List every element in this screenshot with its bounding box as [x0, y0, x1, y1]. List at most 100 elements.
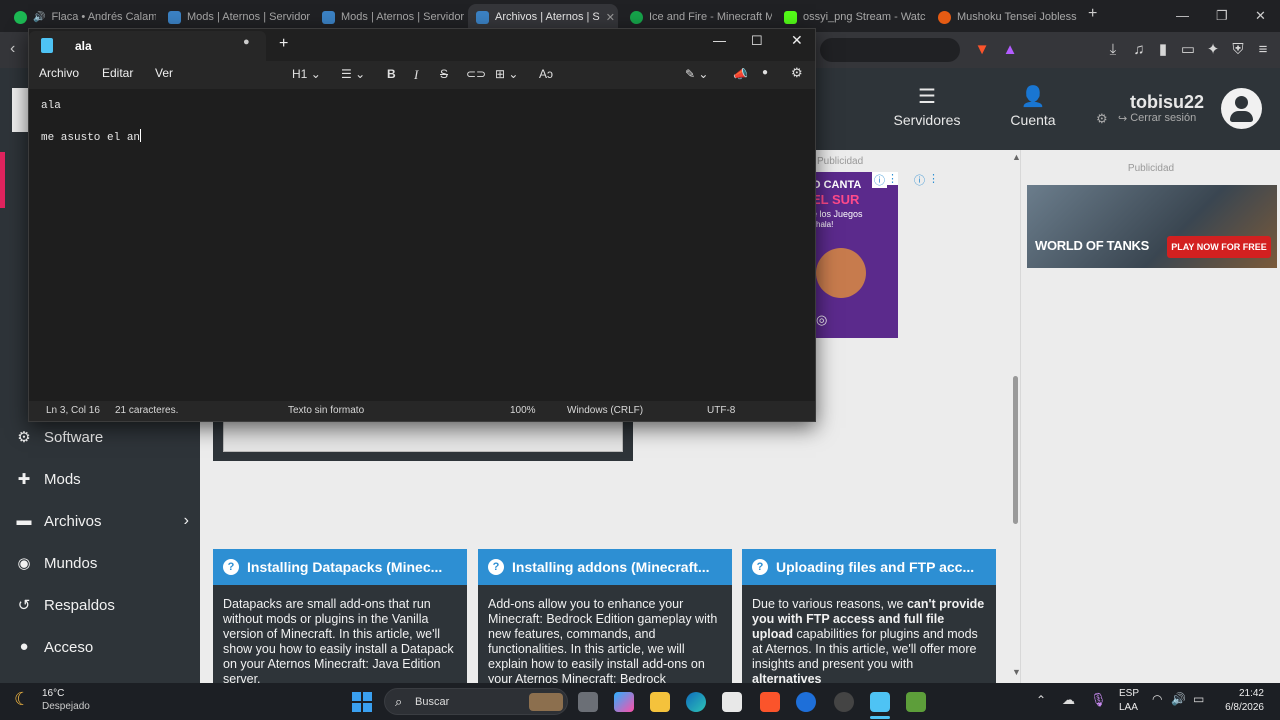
play-now-button[interactable]: PLAY NOW FOR FREE [1167, 236, 1271, 258]
help-card[interactable]: ? Uploading files and FTP acc... Due to … [742, 549, 996, 683]
ad-info-icon[interactable]: ⓘ [872, 172, 887, 188]
settings-icon[interactable]: ⚙ [791, 65, 803, 81]
new-tab-button[interactable]: + [279, 35, 288, 53]
back-icon[interactable]: ‹ [10, 40, 15, 58]
help-card[interactable]: ? Installing Datapacks (Minec... Datapac… [213, 549, 467, 683]
menu-icon[interactable]: ≡ [1254, 41, 1272, 59]
show-hidden-icons-icon[interactable]: ⌃ [1036, 693, 1046, 707]
steam-icon[interactable] [834, 692, 854, 712]
vpn-icon[interactable]: ⛨ [1229, 41, 1247, 59]
notepad-taskbar-icon[interactable] [870, 692, 890, 712]
microphone-icon[interactable]: 🎙 [1090, 692, 1107, 708]
browser-tab[interactable]: Mushoku Tensei Jobless R [930, 4, 1080, 30]
avatar[interactable] [1221, 88, 1262, 129]
file-explorer-icon[interactable] [650, 692, 670, 712]
crunchyroll-favicon-icon [938, 10, 951, 24]
encoding[interactable]: UTF-8 [707, 405, 735, 416]
olympics-ad[interactable]: O CANTA EL SUR e los Juegos chala! ◎ [806, 172, 898, 338]
sidebar-item-respaldos[interactable]: ↺ Respaldos [14, 596, 189, 615]
bold-icon[interactable]: B [387, 67, 396, 81]
link-icon[interactable]: ⊂⊃ [466, 67, 486, 81]
windows-start-icon[interactable] [352, 692, 372, 712]
language-indicator[interactable]: ESP [1119, 688, 1139, 699]
ad-options-icon[interactable]: ⋮ [887, 172, 898, 185]
clock-date[interactable]: 6/8/2026 [1214, 702, 1264, 713]
store-icon[interactable] [722, 692, 742, 712]
line-ending[interactable]: Windows (CRLF) [567, 405, 643, 416]
leo-ai-icon[interactable]: ✦ [1204, 41, 1222, 59]
chevron-down-icon: ⌄ [310, 67, 321, 81]
ad-info-icon[interactable]: ⓘ [914, 172, 925, 188]
new-tab-button[interactable]: + [1088, 5, 1097, 23]
weather-desc[interactable]: Despejado [42, 701, 90, 712]
wifi-icon[interactable]: ◠ [1152, 692, 1162, 706]
browser-tab[interactable]: 🔊 Flaca • Andrés Calamaro [6, 4, 156, 30]
zoom-level[interactable]: 100% [510, 405, 536, 416]
brave-shield-icon[interactable]: ▼ [973, 41, 991, 59]
messenger-icon[interactable] [796, 692, 816, 712]
browser-tab[interactable]: Ice and Fire - Minecraft M [622, 4, 772, 30]
sidebar-item-archivos[interactable]: ▬ Archivos › [14, 512, 190, 530]
weather-temp[interactable]: 16°C [42, 688, 64, 699]
table-button[interactable]: ⊞ ⌄ [495, 67, 518, 81]
menu-editar[interactable]: Editar [102, 66, 133, 80]
maximize-icon[interactable]: ☐ [751, 33, 763, 49]
history-icon: ↺ [17, 597, 31, 614]
browser-tab[interactable]: Mods | Aternos | Servidor [314, 4, 464, 30]
sidebar-item-software[interactable]: ⚙ Software [14, 428, 189, 447]
notepad-tab[interactable]: ala ● [29, 31, 266, 61]
help-card[interactable]: ? Installing addons (Minecraft... Add-on… [478, 549, 732, 683]
menu-ver[interactable]: Ver [155, 66, 173, 80]
battery-icon[interactable]: ▭ [1193, 692, 1204, 706]
notepad-editor[interactable]: ala me asusto el an [29, 89, 815, 401]
task-view-icon[interactable] [578, 692, 598, 712]
scrollbar[interactable]: ▲ ▼ [1010, 150, 1021, 683]
clear-format-icon[interactable]: Aↄ [539, 67, 553, 81]
taskbar-search[interactable]: ⌕ Buscar [384, 688, 568, 715]
account-link[interactable]: 👤 Cuenta [1002, 86, 1064, 128]
wallet-icon[interactable]: ▭ [1179, 41, 1197, 59]
sidebar-icon[interactable]: ▮ [1154, 41, 1172, 59]
browser-tab-active[interactable]: Archivos | Aternos | S ✕ [468, 4, 618, 30]
sidebar-item-mods[interactable]: ✚ Mods [14, 470, 189, 489]
brave-rewards-icon[interactable]: ▲ [1001, 41, 1019, 59]
minimize-icon[interactable]: — [1176, 8, 1189, 23]
heading-select[interactable]: H1 ⌄ [292, 67, 321, 81]
minecraft-icon[interactable] [906, 692, 926, 712]
maximize-icon[interactable]: ❐ [1216, 8, 1228, 24]
ad-options-icon[interactable]: ⋮ [928, 172, 939, 185]
unsaved-dot-icon[interactable]: ● [243, 36, 250, 48]
clock-time[interactable]: 21:42 [1231, 688, 1264, 699]
close-tab-icon[interactable]: ✕ [606, 11, 615, 24]
world-of-tanks-ad[interactable]: WORLD OF TANKS PLAY NOW FOR FREE [1027, 185, 1277, 268]
download-icon[interactable]: ⤓ [1104, 41, 1122, 59]
strikethrough-icon[interactable]: S [440, 67, 448, 81]
list-format-button[interactable]: ☰ ⌄ [341, 67, 365, 81]
cloud-icon[interactable]: ☁ [1062, 692, 1075, 708]
scrollbar-thumb[interactable] [1013, 376, 1018, 524]
browser-tab[interactable]: ossyi_png Stream - Watch [776, 4, 926, 30]
browser-tab[interactable]: Mods | Aternos | Servidor [160, 4, 310, 30]
edge-icon[interactable] [686, 692, 706, 712]
copilot-icon[interactable] [614, 692, 634, 712]
settings-gear-icon[interactable]: ⚙ [1096, 111, 1108, 127]
text-format[interactable]: Texto sin formato [288, 405, 364, 416]
account-icon[interactable]: ● [762, 67, 768, 78]
address-bar[interactable] [820, 38, 960, 62]
menu-archivo[interactable]: Archivo [39, 66, 79, 80]
volume-icon[interactable]: 🔊 [1171, 692, 1186, 706]
servers-link[interactable]: ☰ Servidores [890, 86, 964, 128]
close-icon[interactable]: ✕ [1255, 8, 1266, 24]
announcement-icon[interactable]: 📣 [733, 67, 748, 81]
italic-icon[interactable]: I [414, 67, 418, 83]
keyboard-layout[interactable]: LAA [1119, 702, 1138, 713]
close-icon[interactable]: ✕ [791, 32, 803, 49]
start-tile [363, 692, 372, 701]
copilot-write-button[interactable]: ✎ ⌄ [685, 67, 708, 81]
sidebar-item-mundos[interactable]: ◉ Mundos [14, 554, 189, 573]
logout-link[interactable]: ↪ Cerrar sesión [1118, 112, 1196, 125]
sidebar-item-acceso[interactable]: ● Acceso [14, 638, 189, 656]
brave-icon[interactable] [760, 692, 780, 712]
music-icon[interactable]: ♫ [1130, 41, 1148, 59]
minimize-icon[interactable]: — [713, 33, 726, 48]
